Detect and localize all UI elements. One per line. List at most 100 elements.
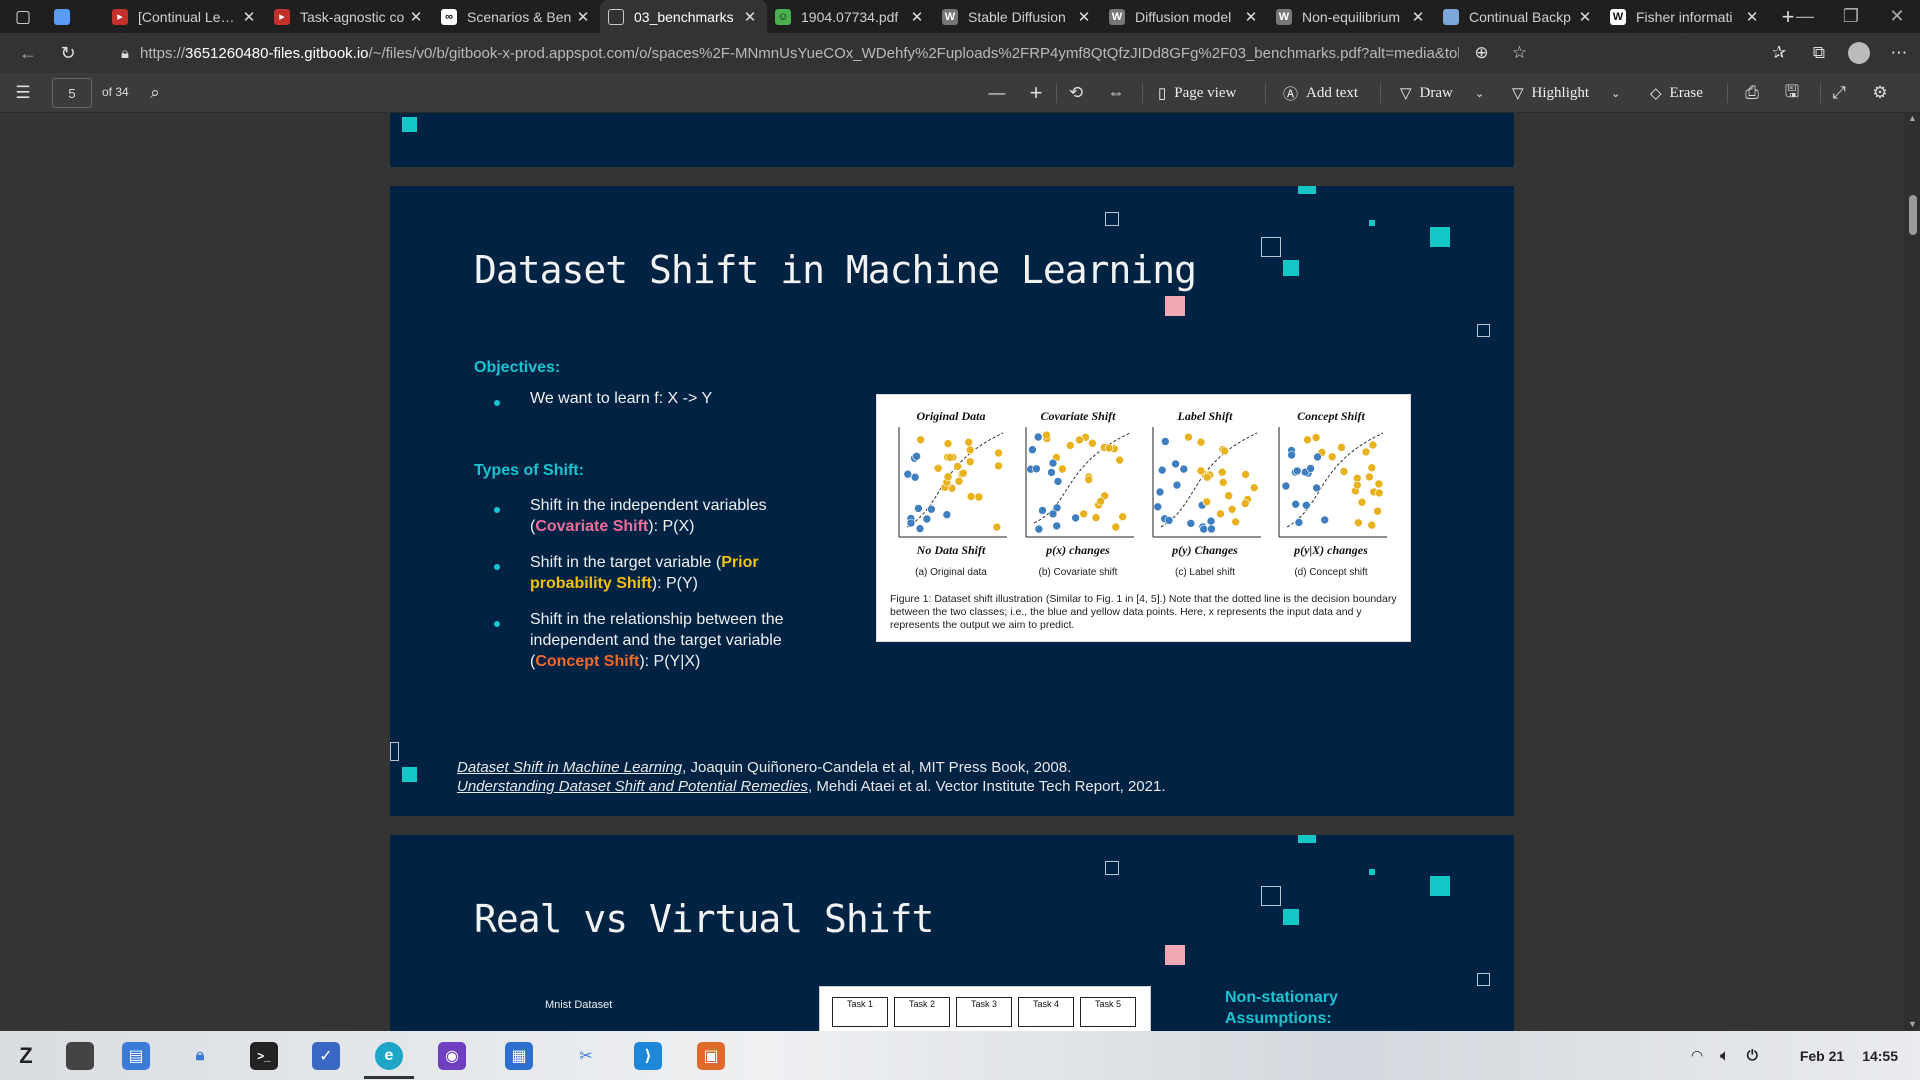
- scrollbar[interactable]: ▲ ▼: [1904, 113, 1920, 1031]
- data-point: [1217, 467, 1227, 477]
- tab-5[interactable]: ☺ 1904.07734.pdf ✕: [767, 0, 934, 33]
- zoom-out-icon[interactable]: —: [984, 80, 1010, 106]
- data-point: [1216, 509, 1225, 519]
- edge-browser-icon[interactable]: e: [375, 1042, 403, 1070]
- erase-button[interactable]: ◇ Erase: [1650, 73, 1703, 113]
- data-point: [1303, 435, 1312, 445]
- tab-8[interactable]: W Non-equilibrium ✕: [1268, 0, 1435, 33]
- concept-shift-bullet: Shift in the relationship between the in…: [530, 611, 784, 670]
- close-icon[interactable]: ✕: [1576, 8, 1594, 26]
- data-point: [966, 492, 976, 501]
- draw-button[interactable]: ▽ Draw ⌄: [1400, 73, 1484, 113]
- pdf-file-icon: [608, 8, 624, 25]
- settings-icon[interactable]: ⚙: [1867, 80, 1893, 106]
- data-point: [1186, 519, 1196, 528]
- screenshot-icon[interactable]: ✂: [572, 1042, 600, 1070]
- print-icon[interactable]: ⎙: [1739, 80, 1765, 106]
- zoom-in-icon[interactable]: +: [1023, 80, 1049, 106]
- data-point: [992, 522, 1002, 532]
- objective-bullet: We want to learn f: X -> Y: [530, 390, 713, 407]
- close-icon[interactable]: ✕: [1075, 8, 1093, 26]
- data-point: [1053, 477, 1063, 486]
- power-icon[interactable]: ⏻: [1747, 1047, 1758, 1064]
- terminal-icon[interactable]: >_: [250, 1042, 278, 1070]
- close-icon[interactable]: ✕: [574, 8, 592, 26]
- pdf-viewer[interactable]: Dataset Shift in Machine Learning Object…: [0, 113, 1920, 1031]
- back-icon[interactable]: ←: [8, 33, 48, 73]
- search-icon[interactable]: ⌕: [142, 80, 168, 106]
- chevron-down-icon[interactable]: ⌄: [1475, 87, 1484, 100]
- task-box-1: Task 1: [832, 997, 888, 1027]
- tab-4[interactable]: 03_benchmarks ✕: [600, 0, 767, 33]
- data-point: [1032, 464, 1041, 474]
- data-point: [953, 462, 962, 471]
- data-point: [1337, 443, 1346, 452]
- chevron-down-icon[interactable]: ⌄: [1611, 87, 1620, 100]
- text-editor-icon[interactable]: ▤: [122, 1042, 150, 1070]
- highlight-button[interactable]: ▽ Highlight ⌄: [1512, 73, 1620, 113]
- github-icon[interactable]: ◉: [438, 1042, 466, 1070]
- save-icon[interactable]: 🖫︎: [1779, 80, 1805, 106]
- fullscreen-icon[interactable]: ⤢: [1826, 80, 1852, 106]
- page-view-button[interactable]: ▯ Page view: [1158, 73, 1236, 113]
- types-heading: Types of Shift:: [474, 462, 584, 479]
- tab-0[interactable]: [46, 0, 104, 33]
- more-icon[interactable]: ⋯: [1886, 40, 1912, 66]
- presentation-icon[interactable]: ▣: [697, 1042, 725, 1070]
- page-number-input[interactable]: 5: [52, 78, 92, 108]
- tab-9[interactable]: Continual Backp ✕: [1435, 0, 1602, 33]
- url-field[interactable]: 🔒︎ https://3651260480-files.gitbook.io/~…: [110, 37, 1700, 69]
- clock-date[interactable]: Feb 21: [1800, 1048, 1844, 1064]
- collections-icon[interactable]: ⧉: [1806, 40, 1832, 66]
- data-point: [1075, 435, 1084, 445]
- pdf-file-icon: ☺: [775, 8, 791, 25]
- zorin-menu-icon[interactable]: Z: [12, 1042, 40, 1070]
- tab-10[interactable]: W Fisher informati ✕: [1602, 0, 1769, 33]
- volume-icon[interactable]: 🔈︎: [1720, 1047, 1728, 1064]
- close-icon[interactable]: ✕: [1242, 8, 1260, 26]
- tab-1[interactable]: ▸ [Continual Learn ✕: [104, 0, 266, 33]
- fit-page-icon[interactable]: ⇔: [1103, 80, 1129, 106]
- close-window-icon[interactable]: ✕: [1874, 0, 1920, 33]
- close-icon[interactable]: ✕: [741, 8, 759, 26]
- tab-6[interactable]: W Stable Diffusion ✕: [934, 0, 1101, 33]
- reference-2-link[interactable]: Understanding Dataset Shift and Potentia…: [457, 778, 808, 795]
- tab-3[interactable]: ∞ Scenarios & Ben ✕: [433, 0, 600, 33]
- data-point: [1058, 464, 1067, 474]
- favorite-add-icon[interactable]: ☆: [1507, 40, 1533, 66]
- data-point: [1241, 470, 1250, 479]
- add-text-button[interactable]: Ⓐ Add text: [1283, 73, 1358, 113]
- minimize-icon[interactable]: —: [1782, 0, 1828, 33]
- lock-screen-icon[interactable]: 🔒︎: [186, 1042, 214, 1070]
- vscode-icon[interactable]: ⟩: [634, 1042, 662, 1070]
- panel-bottom-label: p(x) changes: [1045, 543, 1110, 557]
- reference-1-link[interactable]: Dataset Shift in Machine Learning: [457, 759, 682, 776]
- files-icon[interactable]: [66, 1042, 94, 1070]
- data-point: [1291, 499, 1301, 509]
- favorites-icon[interactable]: ✰: [1766, 40, 1792, 66]
- pdf-toolbar: ☰ 5 of 34 ⌕ — + ⟲ ⇔ ▯ Page view Ⓐ Add text…: [0, 73, 1920, 113]
- tab-actions-icon[interactable]: ▢: [10, 4, 36, 30]
- document-viewer-icon[interactable]: ▦: [505, 1042, 533, 1070]
- contents-icon[interactable]: ☰: [10, 80, 36, 106]
- tab-7[interactable]: W Diffusion model ✕: [1101, 0, 1268, 33]
- scrollbar-thumb[interactable]: [1909, 195, 1917, 235]
- close-icon[interactable]: ✕: [407, 8, 425, 26]
- tasks-icon[interactable]: ✓: [312, 1042, 340, 1070]
- rotate-icon[interactable]: ⟲: [1063, 80, 1089, 106]
- zoom-icon[interactable]: ⊕: [1469, 40, 1495, 66]
- lock-icon: 🔒︎: [121, 44, 129, 62]
- close-icon[interactable]: ✕: [1409, 8, 1427, 26]
- close-icon[interactable]: ✕: [240, 8, 258, 26]
- close-icon[interactable]: ✕: [1743, 8, 1761, 26]
- tab-2[interactable]: ▸ Task-agnostic co ✕: [266, 0, 433, 33]
- clock-time[interactable]: 14:55: [1862, 1048, 1898, 1064]
- refresh-icon[interactable]: ↻: [48, 33, 88, 73]
- profile-avatar[interactable]: [1846, 40, 1872, 66]
- paper-icon: [1443, 8, 1459, 25]
- address-bar: ← ↻ 🔒︎ https://3651260480-files.gitbook.…: [0, 33, 1920, 73]
- restore-icon[interactable]: ❐: [1828, 0, 1874, 33]
- data-point: [910, 472, 920, 482]
- close-icon[interactable]: ✕: [908, 8, 926, 26]
- wifi-icon[interactable]: ◠: [1692, 1047, 1703, 1064]
